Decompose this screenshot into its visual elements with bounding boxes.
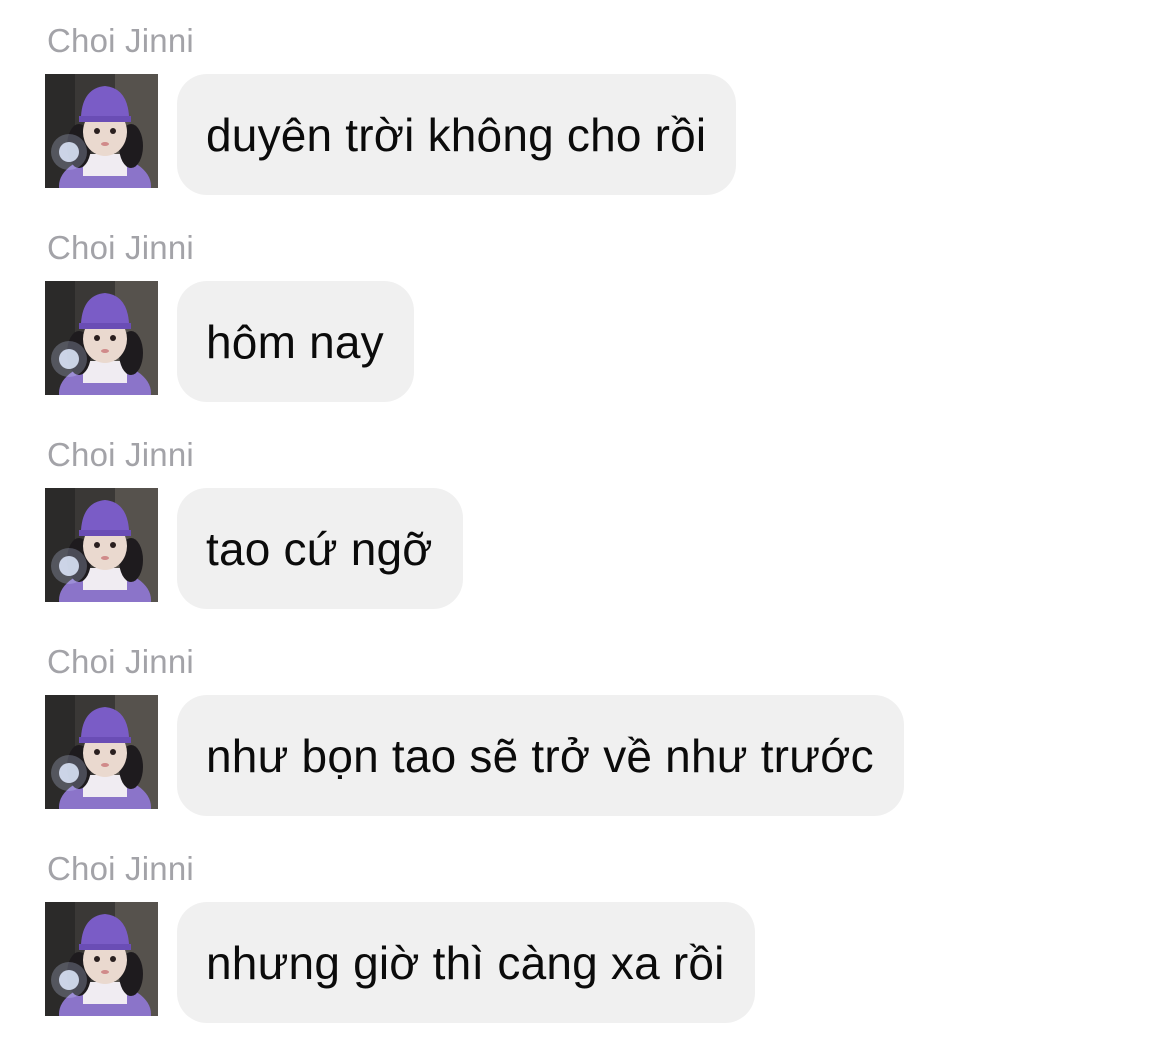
avatar[interactable] xyxy=(45,488,158,602)
avatar[interactable] xyxy=(45,74,158,188)
profile-photo-icon xyxy=(45,902,158,1016)
avatar[interactable] xyxy=(45,281,158,395)
sender-name: Choi Jinni xyxy=(47,229,194,266)
message-group: Choi Jinni như bọn tao sẽ trở về như trư… xyxy=(45,643,1145,843)
sender-name: Choi Jinni xyxy=(47,850,194,887)
message-bubble[interactable]: tao cứ ngỡ xyxy=(177,488,463,609)
message-bubble[interactable]: như bọn tao sẽ trở về như trước xyxy=(177,695,904,816)
message-group: Choi Jinni hôm nay xyxy=(45,229,1145,429)
avatar[interactable] xyxy=(45,695,158,809)
message-bubble[interactable]: nhưng giờ thì càng xa rồi xyxy=(177,902,755,1023)
profile-photo-icon xyxy=(45,488,158,602)
message-text: như bọn tao sẽ trở về như trước xyxy=(206,729,874,782)
message-bubble[interactable]: duyên trời không cho rồi xyxy=(177,74,737,195)
message-group: Choi Jinni tao cứ ngỡ xyxy=(45,436,1145,636)
sender-name: Choi Jinni xyxy=(47,643,194,680)
message-group: Choi Jinni duyên trời không cho rồi xyxy=(45,22,1145,222)
message-group: Choi Jinni nhưng giờ thì càng xa rồi xyxy=(45,850,1145,1050)
message-bubble[interactable]: hôm nay xyxy=(177,281,414,402)
sender-name: Choi Jinni xyxy=(47,436,194,473)
message-text: tao cứ ngỡ xyxy=(206,522,433,575)
message-text: nhưng giờ thì càng xa rồi xyxy=(206,936,725,989)
sender-name: Choi Jinni xyxy=(47,22,194,59)
profile-photo-icon xyxy=(45,695,158,809)
profile-photo-icon xyxy=(45,74,158,188)
profile-photo-icon xyxy=(45,281,158,395)
message-text: duyên trời không cho rồi xyxy=(206,108,707,161)
avatar[interactable] xyxy=(45,902,158,1016)
message-text: hôm nay xyxy=(206,315,384,368)
